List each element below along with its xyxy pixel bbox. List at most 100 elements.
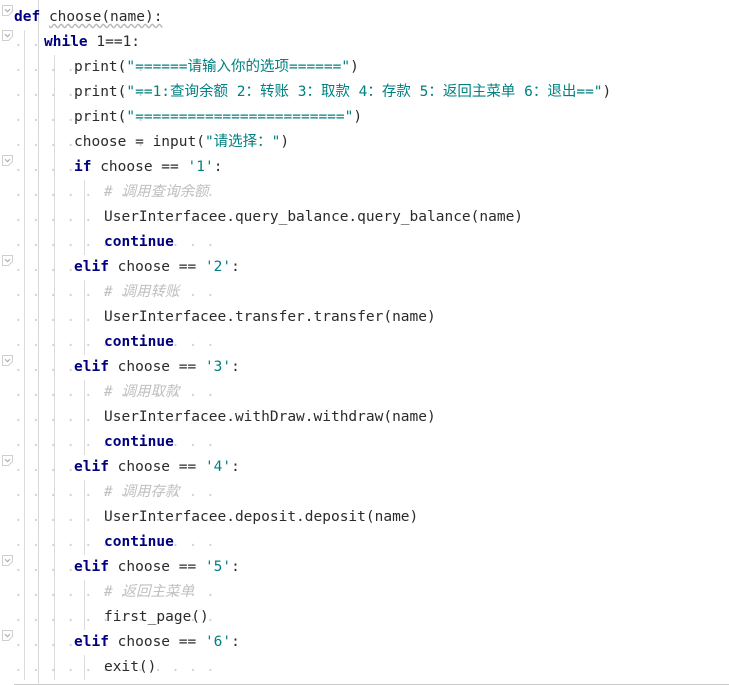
code-line-text: elif choose == '4':: [74, 455, 240, 480]
token-cmt: # 调用存款: [104, 484, 180, 500]
token-kw: elif: [74, 459, 109, 475]
token-kw: elif: [74, 359, 109, 375]
indent-guide: [54, 455, 55, 480]
token-kw: while: [44, 34, 88, 50]
token-plain: ): [602, 84, 612, 100]
indent-guide: [84, 230, 85, 255]
indent-guide: [54, 255, 55, 280]
indent-guide: [54, 205, 55, 230]
code-line-text: elif choose == '5':: [74, 555, 240, 580]
token-plain: exit(): [104, 659, 157, 675]
code-line[interactable]: def choose(name):: [0, 5, 729, 30]
token-kw: def: [14, 9, 41, 25]
code-line[interactable]: . . . . . . . . print("==1:查询余额 2：转账 3：取…: [0, 80, 729, 105]
code-line[interactable]: . . . . . . . . . . . . # 调用取款: [0, 380, 729, 405]
code-line-text: first_page(): [104, 605, 209, 630]
indent-guide: [24, 330, 25, 355]
indent-guide: [24, 80, 25, 105]
code-line[interactable]: . . . . . . . . elif choose == '6':: [0, 630, 729, 655]
code-line[interactable]: . . . . . . . . elif choose == '5':: [0, 555, 729, 580]
code-line[interactable]: . . . . . . . . . . . . first_page(): [0, 605, 729, 630]
code-line-text: print("==1:查询余额 2：转账 3：取款 4：存款 5：返回主菜单 6…: [74, 80, 611, 105]
code-line[interactable]: . . . . . . . . if choose == '1':: [0, 155, 729, 180]
token-kw: continue: [104, 534, 174, 550]
indent-guide: [24, 30, 25, 55]
token-plain: choose ==: [108, 259, 205, 275]
indent-guide: [24, 155, 25, 180]
token-plain: :: [231, 559, 240, 575]
token-str: '2': [204, 259, 232, 275]
code-line[interactable]: . . . . . . . . . . . . # 调用存款: [0, 480, 729, 505]
indent-guide: [84, 655, 85, 680]
code-line-text: # 调用存款: [104, 480, 179, 505]
indent-guide: [54, 655, 55, 680]
indent-guide: [54, 105, 55, 130]
token-plain: print(: [74, 84, 127, 100]
indent-guide: [84, 580, 85, 605]
indent-guide: [54, 555, 55, 580]
indent-guide: [54, 330, 55, 355]
code-line-text: elif choose == '3':: [74, 355, 240, 380]
code-line[interactable]: . . . . . . . . . . . . UserInterfacee.t…: [0, 305, 729, 330]
token-plain: choose ==: [108, 559, 205, 575]
indent-guide: [54, 605, 55, 630]
code-line[interactable]: . . . . . . . . elif choose == '2':: [0, 255, 729, 280]
indent-guide: [24, 130, 25, 155]
code-line-text: if choose == '1':: [74, 155, 222, 180]
token-kw: elif: [74, 634, 109, 650]
code-line[interactable]: . . . . while 1==1:: [0, 30, 729, 55]
indent-guide: [84, 480, 85, 505]
code-line[interactable]: . . . . . . . . . . . . continue: [0, 530, 729, 555]
token-cmt: # 调用转账: [104, 284, 180, 300]
token-str: "======请输入你的选项======": [126, 59, 351, 75]
code-line[interactable]: . . . . . . . . . . . . # 调用查询余额: [0, 180, 729, 205]
code-line[interactable]: . . . . . . . . print("=================…: [0, 105, 729, 130]
token-plain: choose = input(: [74, 134, 205, 150]
token-str: '4': [204, 459, 232, 475]
token-plain: UserInterfacee.transfer.transfer(name): [104, 309, 436, 325]
code-line-text: continue: [104, 230, 174, 255]
indent-guide: [24, 405, 25, 430]
code-line[interactable]: . . . . . . . . choose = input("请选择："): [0, 130, 729, 155]
indent-guide: [24, 280, 25, 305]
token-plain: ): [280, 134, 290, 150]
indent-guide: [54, 155, 55, 180]
token-plain: choose ==: [108, 459, 205, 475]
indent-guide: [54, 405, 55, 430]
token-kw: continue: [104, 234, 174, 250]
code-line-text: elif choose == '6':: [74, 630, 240, 655]
token-cmt: # 调用取款: [104, 384, 180, 400]
token-kw: continue: [104, 334, 174, 350]
code-line[interactable]: . . . . . . . . . . . . continue: [0, 330, 729, 355]
code-line[interactable]: . . . . . . . . . . . . UserInterfacee.d…: [0, 505, 729, 530]
indent-guide: [54, 130, 55, 155]
code-line-text: continue: [104, 530, 174, 555]
token-str: '5': [204, 559, 232, 575]
indent-guide: [24, 530, 25, 555]
code-line[interactable]: . . . . . . . . . . . . UserInterfacee.q…: [0, 205, 729, 230]
indent-guide: [84, 530, 85, 555]
token-cmt: # 调用查询余额: [104, 184, 209, 200]
token-cmt: # 返回主菜单: [104, 584, 194, 600]
code-editor[interactable]: def choose(name):. . . . while 1==1:. . …: [0, 0, 729, 685]
code-line[interactable]: . . . . . . . . . . . . # 调用转账: [0, 280, 729, 305]
code-area[interactable]: def choose(name):. . . . while 1==1:. . …: [0, 0, 729, 680]
code-line[interactable]: . . . . . . . . print("======请输入你的选项====…: [0, 55, 729, 80]
token-plain: print(: [74, 109, 127, 125]
code-line[interactable]: . . . . . . . . . . . . # 返回主菜单: [0, 580, 729, 605]
token-plain: ): [350, 59, 359, 75]
code-line-text: exit(): [104, 655, 156, 680]
code-line[interactable]: . . . . . . . . elif choose == '3':: [0, 355, 729, 380]
code-line[interactable]: . . . . . . . . . . . . exit(): [0, 655, 729, 680]
indent-guide: [84, 605, 85, 630]
code-line[interactable]: . . . . . . . . . . . . UserInterfacee.w…: [0, 405, 729, 430]
code-line-text: # 调用查询余额: [104, 180, 208, 205]
indent-guide: [24, 580, 25, 605]
token-plain: choose ==: [108, 634, 205, 650]
code-line[interactable]: . . . . . . . . . . . . continue: [0, 430, 729, 455]
indent-guide: [54, 305, 55, 330]
code-line[interactable]: . . . . . . . . . . . . continue: [0, 230, 729, 255]
code-line[interactable]: . . . . . . . . elif choose == '4':: [0, 455, 729, 480]
indent-guide: [84, 330, 85, 355]
